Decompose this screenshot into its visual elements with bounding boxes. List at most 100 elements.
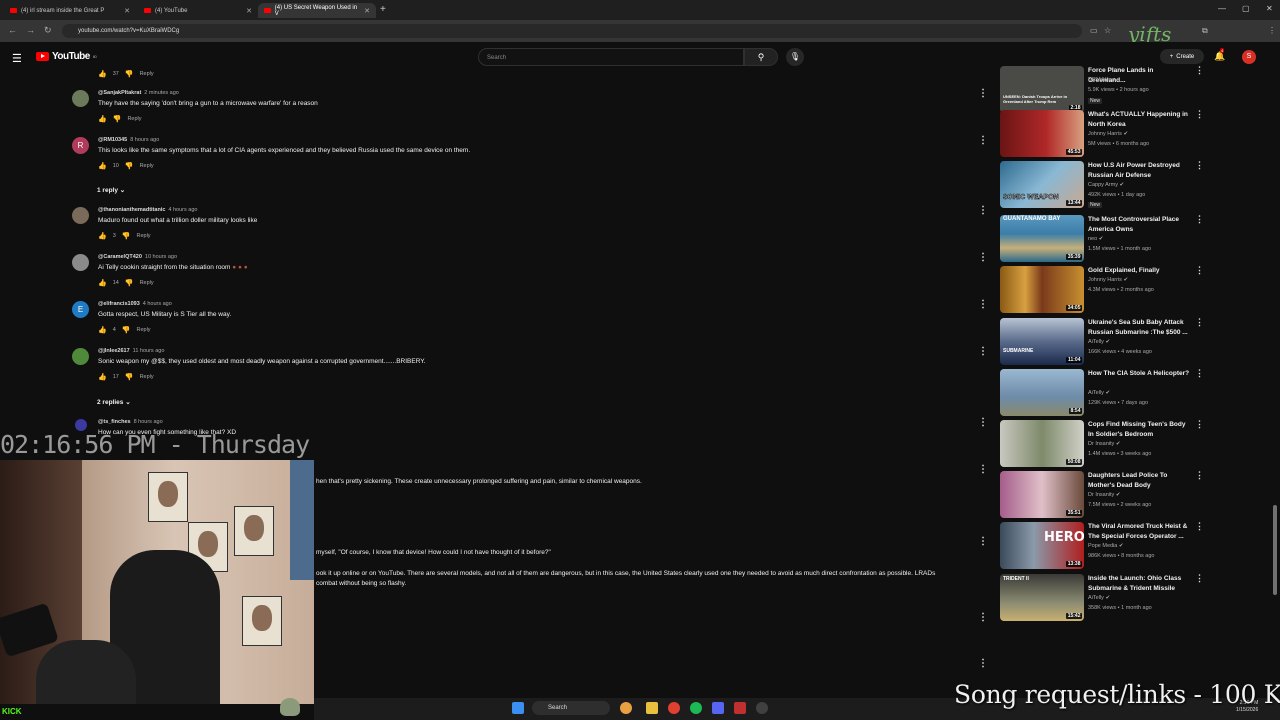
comment-more-icon[interactable]: ⋮ [978, 252, 988, 263]
video-thumbnail[interactable]: SUBMARINE 11:04 [1000, 318, 1084, 365]
video-more-icon[interactable]: ⋮ [1195, 419, 1204, 430]
comment-more-icon[interactable]: ⋮ [978, 658, 988, 669]
reply-button[interactable]: Reply [137, 327, 151, 333]
video-more-icon[interactable]: ⋮ [1195, 573, 1204, 584]
video-title[interactable]: Inside the Launch: Ohio Class Submarine … [1088, 574, 1190, 593]
channel-name[interactable]: Pope Media ✔ [1088, 543, 1124, 549]
video-thumbnail[interactable]: SONIC WEAPON 13:44 [1000, 161, 1084, 208]
recommended-video[interactable]: 8:54 How The CIA Stole A Helicopter? AiT… [1000, 368, 1204, 417]
browser-tab-3[interactable]: (4) US Secret Weapon Used in V ✕ [258, 3, 376, 18]
reply-button[interactable]: Reply [140, 71, 154, 77]
maximize-icon[interactable]: ▢ [1242, 4, 1250, 13]
video-more-icon[interactable]: ⋮ [1195, 368, 1204, 379]
avatar[interactable]: E [72, 301, 89, 318]
video-title[interactable]: The Most Controversial Place America Own… [1088, 215, 1190, 234]
windows-start-icon[interactable] [512, 702, 524, 714]
browser-menu-icon[interactable]: ⋮ [1268, 26, 1276, 35]
reply-button[interactable]: Reply [140, 374, 154, 380]
video-thumbnail[interactable]: 50:08 [1000, 420, 1084, 467]
recommended-video[interactable]: 35:51 Daughters Lead Police To Mother's … [1000, 470, 1204, 519]
video-thumbnail[interactable]: HERO 13:38 [1000, 522, 1084, 569]
microphone-icon[interactable]: 🎙 [786, 48, 804, 66]
recommended-video[interactable]: UNSEEN: Danish Troops Arrive in Greenlan… [1000, 65, 1204, 114]
video-more-icon[interactable]: ⋮ [1195, 65, 1204, 76]
page-scrollbar-track[interactable] [1272, 72, 1278, 692]
video-title[interactable]: What's ACTUALLY Happening in North Korea [1088, 110, 1190, 129]
youtube-logo[interactable]: YouTube 60 [36, 51, 97, 62]
thumbs-up-icon[interactable]: 👍 [98, 279, 107, 287]
obs-icon[interactable] [756, 702, 768, 714]
recommended-video[interactable]: TRIDENT II 15:42 Inside the Launch: Ohio… [1000, 573, 1204, 622]
thumbs-up-icon[interactable]: 👍 [98, 373, 107, 381]
video-thumbnail[interactable]: 45:53 [1000, 110, 1084, 157]
video-more-icon[interactable]: ⋮ [1195, 317, 1204, 328]
video-more-icon[interactable]: ⋮ [1195, 470, 1204, 481]
comment-time[interactable]: 2 minutes ago [144, 90, 179, 96]
channel-name[interactable]: Dr Insanity ✔ [1088, 441, 1120, 447]
channel-name[interactable]: AiTelly ✔ [1088, 339, 1110, 345]
comment-author[interactable]: @thanonianthemadtitanic [98, 207, 165, 213]
comment-more-icon[interactable]: ⋮ [978, 346, 988, 357]
video-thumbnail[interactable]: UNSEEN: Danish Troops Arrive in Greenlan… [1000, 66, 1084, 113]
video-title[interactable]: How The CIA Stole A Helicopter? [1088, 369, 1190, 379]
replies-toggle[interactable]: 2 replies ⌄ [97, 398, 131, 406]
comment-more-icon[interactable]: ⋮ [978, 612, 988, 623]
recommended-video[interactable]: 34:05 Gold Explained, Finally Johnny Har… [1000, 265, 1204, 314]
video-title[interactable]: Daughters Lead Police To Mother's Dead B… [1088, 471, 1190, 490]
back-icon[interactable]: ← [8, 25, 17, 35]
thumbs-down-icon[interactable]: 👎 [113, 115, 122, 123]
video-title[interactable]: Ukraine's Sea Sub Baby Attack Russian Su… [1088, 318, 1190, 337]
menu-icon[interactable]: ☰ [12, 52, 22, 65]
channel-name[interactable]: Cappy Army ✔ [1088, 182, 1124, 188]
create-button[interactable]: + Create [1160, 49, 1204, 64]
url-field[interactable]: youtube.com/watch?v=KuXBraiWDCg [62, 24, 1082, 38]
video-thumbnail[interactable]: GUANTANAMO BAY 35:39 [1000, 215, 1084, 262]
chrome-icon[interactable] [668, 702, 680, 714]
channel-name[interactable]: Johnny Harris ✔ [1088, 131, 1128, 137]
video-thumbnail[interactable]: TRIDENT II 15:42 [1000, 574, 1084, 621]
video-thumbnail[interactable]: 35:51 [1000, 471, 1084, 518]
comment-more-icon[interactable]: ⋮ [978, 417, 988, 428]
taskbar-search[interactable]: Search [532, 701, 610, 715]
reply-button[interactable]: Reply [140, 163, 154, 169]
video-title[interactable]: How U.S Air Power Destroyed Russian Air … [1088, 161, 1190, 180]
taskbar-widget-icon[interactable] [620, 702, 632, 714]
video-title[interactable]: Cops Find Missing Teen's Body In Soldier… [1088, 420, 1190, 439]
thumbs-down-icon[interactable]: 👎 [122, 326, 131, 334]
video-more-icon[interactable]: ⋮ [1195, 109, 1204, 120]
reply-button[interactable]: Reply [137, 233, 151, 239]
avatar[interactable]: R [72, 137, 89, 154]
calendar-icon[interactable] [734, 702, 746, 714]
browser-tab-1[interactable]: (4) irl stream inside the Great P ✕ [4, 3, 136, 18]
browser-tab-2[interactable]: (4) YouTube ✕ [138, 3, 258, 18]
search-icon[interactable]: ⚲ [744, 48, 778, 66]
comment-more-icon[interactable]: ⋮ [978, 135, 988, 146]
recommended-video[interactable]: GUANTANAMO BAY 35:39 The Most Controvers… [1000, 214, 1204, 263]
avatar[interactable] [72, 348, 89, 365]
replies-toggle[interactable]: 1 reply ⌄ [97, 186, 125, 194]
search-input[interactable]: Search [478, 48, 744, 66]
thumbs-down-icon[interactable]: 👎 [122, 232, 131, 240]
thumbs-up-icon[interactable]: 👍 [98, 162, 107, 170]
comment-time[interactable]: 8 hours ago [134, 419, 163, 425]
thumbs-down-icon[interactable]: 👎 [125, 70, 134, 78]
close-icon[interactable]: ✕ [124, 7, 130, 15]
avatar[interactable] [72, 90, 89, 107]
video-thumbnail[interactable]: 34:05 [1000, 266, 1084, 313]
page-scrollbar-thumb[interactable] [1273, 505, 1277, 595]
video-title[interactable]: Gold Explained, Finally [1088, 266, 1190, 276]
video-more-icon[interactable]: ⋮ [1195, 160, 1204, 171]
discord-icon[interactable] [712, 702, 724, 714]
recommended-video[interactable]: SONIC WEAPON 13:44 How U.S Air Power Des… [1000, 160, 1204, 209]
comment-time[interactable]: 11 hours ago [133, 348, 165, 354]
comment-more-icon[interactable]: ⋮ [978, 299, 988, 310]
comment-more-icon[interactable]: ⋮ [978, 205, 988, 216]
comment-more-icon[interactable]: ⋮ [978, 88, 988, 99]
comment-time[interactable]: 10 hours ago [145, 254, 177, 260]
thumbs-up-icon[interactable]: 👍 [98, 326, 107, 334]
file-explorer-icon[interactable] [646, 702, 658, 714]
thumbs-up-icon[interactable]: 👍 [98, 70, 107, 78]
bookmark-star-icon[interactable]: ☆ [1104, 26, 1111, 35]
channel-name[interactable]: neo ✔ [1088, 236, 1103, 242]
cast-icon[interactable]: ▭ [1090, 26, 1098, 35]
